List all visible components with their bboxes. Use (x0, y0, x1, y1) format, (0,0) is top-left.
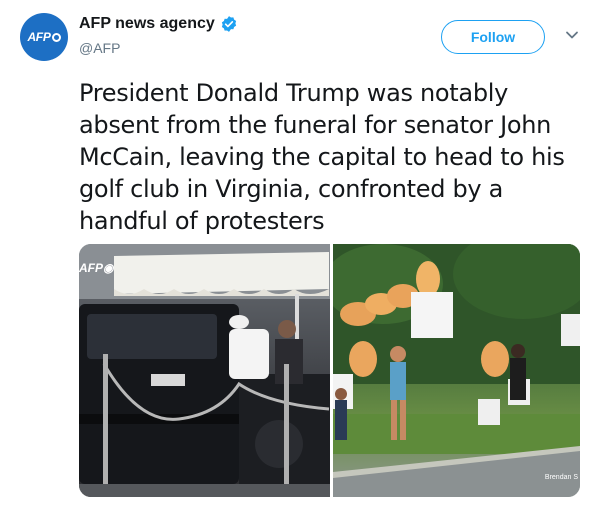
tweet-text: President Donald Trump was notably absen… (79, 79, 565, 235)
photo-motorcade-image (79, 244, 330, 497)
display-name[interactable]: AFP news agency (79, 15, 215, 33)
photo-protesters-image (333, 244, 580, 497)
avatar[interactable]: AFP (20, 13, 68, 61)
follow-button[interactable]: Follow (441, 20, 545, 54)
account-name-row[interactable]: AFP news agency (79, 15, 238, 33)
photo-motorcade[interactable]: AFP◉ (79, 244, 330, 497)
account-handle[interactable]: @AFP (79, 40, 120, 56)
chevron-down-icon[interactable] (565, 28, 579, 42)
afp-logo-icon: AFP (27, 30, 61, 44)
tweet-media[interactable]: AFP◉ Brendan S (79, 244, 580, 497)
afp-watermark-icon: AFP◉ (79, 261, 114, 275)
verified-badge-icon (221, 16, 236, 32)
photo-credit: Brendan S (544, 474, 578, 481)
photo-protesters[interactable]: Brendan S (333, 244, 580, 497)
